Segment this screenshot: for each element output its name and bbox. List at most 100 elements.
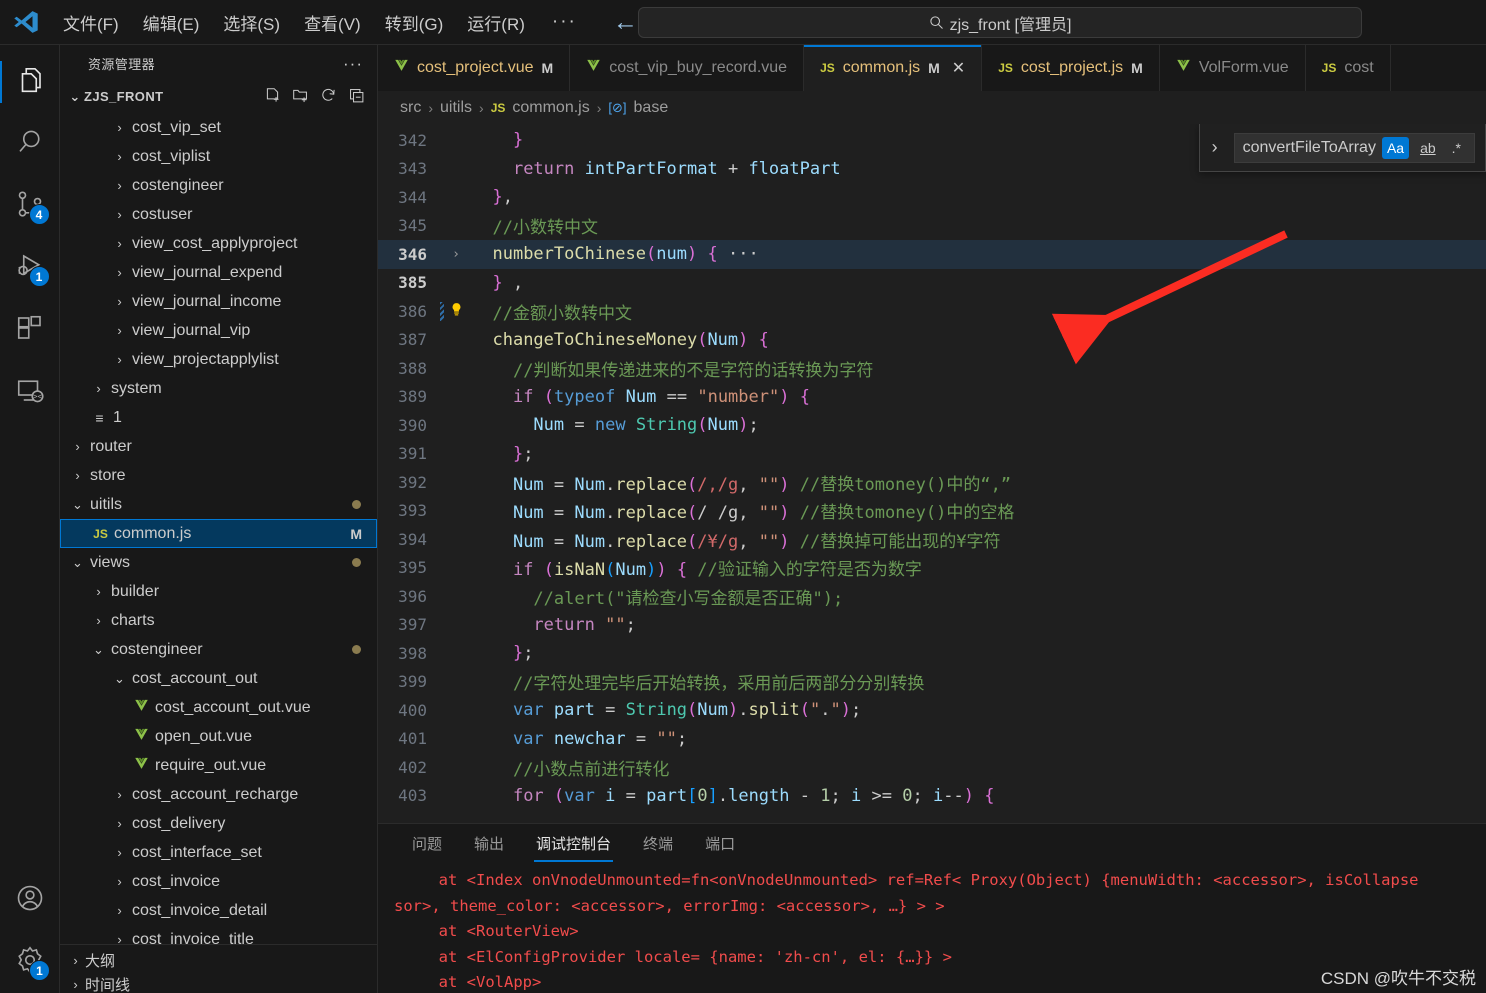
file-tree-item[interactable]: › charts [60,606,377,635]
editor-tab[interactable]: JS cost [1305,45,1391,91]
file-tree-item[interactable]: ≡ 1 [60,403,377,432]
code-line[interactable]: 385 } , [378,269,1486,298]
menu-view[interactable]: 查看(V) [293,6,372,39]
file-tree-item[interactable]: › cost_delivery [60,809,377,838]
editor-gutter[interactable]: › [440,247,472,262]
activity-item-run-and-debug[interactable]: 1 [0,237,60,299]
file-tree-item[interactable]: › view_journal_expend [60,258,377,287]
outline-section-header[interactable]: › 大纲 [60,945,377,975]
panel-tab[interactable]: 端口 [689,824,751,862]
breadcrumb-file[interactable]: common.js [512,99,589,117]
editor-tab[interactable]: cost_vip_buy_record.vue [570,45,805,91]
collapse-all-icon[interactable] [348,87,365,107]
code-editor[interactable]: 342 } 343 return intPartFormat + floatPar… [378,124,1486,823]
toggle-replace-icon[interactable]: › [1204,137,1226,158]
code-line[interactable]: 397 return ""; [378,611,1486,640]
code-line[interactable]: 346 › numberToChinese(num) { ··· [378,240,1486,269]
file-tree-item[interactable]: › view_journal_vip [60,316,377,345]
file-tree-item[interactable]: › view_cost_applyproject [60,229,377,258]
panel-tab[interactable]: 终端 [627,824,689,862]
code-line[interactable]: 399 //字符处理完毕后开始转换，采用前后两部分分别转换 [378,668,1486,697]
editor-tab[interactable]: cost_project.vue M [378,45,571,91]
editor-tab[interactable]: JS common.js M ✕ [804,45,983,91]
code-line[interactable]: 389 if (typeof Num == "number") { [378,383,1486,412]
activity-item-remote-explorer[interactable]: >< [0,361,60,423]
close-icon[interactable]: ✕ [952,58,965,78]
code-line[interactable]: 394 Num = Num.replace(/¥/g, "") //替换掉可能出… [378,525,1486,554]
file-tree-item[interactable]: › cost_interface_set [60,838,377,867]
file-tree-item-selected[interactable]: JS common.js M [60,519,377,548]
activity-item-search[interactable] [0,113,60,175]
file-tree-item[interactable]: ⌄ costengineer [60,635,377,664]
code-line[interactable]: 344 }, [378,183,1486,212]
code-line[interactable]: 402 //小数点前进行转化 [378,753,1486,782]
code-line[interactable]: 387 changeToChineseMoney(Num) { [378,326,1486,355]
file-tree[interactable]: › cost_vip_set › cost_viplist › costengineer ›… [60,111,377,944]
whole-word-button[interactable]: ab [1415,137,1441,159]
breadcrumb-src[interactable]: src [400,99,421,117]
file-tree-item[interactable]: ⌄ cost_account_out [60,664,377,693]
file-tree-item[interactable]: › cost_viplist [60,142,377,171]
file-tree-item[interactable]: › cost_account_recharge [60,780,377,809]
activity-item-explorer[interactable] [0,51,60,113]
code-line[interactable]: 395 if (isNaN(Num)) { //验证输入的字符是否为数字 [378,554,1486,583]
activity-item-settings[interactable]: 1 [0,931,60,993]
breadcrumb[interactable]: src › uitils › JS common.js › [⊘] base [378,91,1486,124]
code-line[interactable]: 403 for (var i = part[0].length - 1; i >… [378,782,1486,811]
code-lines[interactable]: 342 } 343 return intPartFormat + floatPar… [378,124,1486,823]
activity-item-source-control[interactable]: 4 [0,175,60,237]
quick-input-bar[interactable]: zjs_front [管理员] [638,7,1362,38]
code-line[interactable]: 391 }; [378,440,1486,469]
file-tree-item[interactable]: require_out.vue [60,751,377,780]
activity-item-extensions[interactable] [0,299,60,361]
code-line[interactable]: 386 //金额小数转中文 [378,297,1486,326]
menu-edit[interactable]: 编辑(E) [132,6,211,39]
panel-tab[interactable]: 调试控制台 [520,824,627,862]
menu-file[interactable]: 文件(F) [52,6,130,39]
menu-bar[interactable]: 文件(F) 编辑(E) 选择(S) 查看(V) 转到(G) 运行(R) ··· [52,6,591,39]
match-case-button[interactable]: Aa [1381,136,1410,159]
menu-run[interactable]: 运行(R) [456,6,536,39]
code-line[interactable]: 396 //alert("请检查小写金额是否正确"); [378,582,1486,611]
debug-console-output[interactable]: at <Index onVnodeUnmounted=fn<onVnodeUnm… [378,862,1486,993]
file-tree-item[interactable]: ⌄ views [60,548,377,577]
fold-chevron-icon[interactable]: › [452,247,460,262]
editor-gutter[interactable] [440,301,472,321]
file-tree-item[interactable]: › view_projectapplylist [60,345,377,374]
file-tree-item[interactable]: › system [60,374,377,403]
file-tree-item[interactable]: › builder [60,577,377,606]
navigate-back-icon[interactable]: ← [613,9,638,35]
find-widget[interactable]: › convertFileToArray Aa ab .* [1198,124,1486,172]
panel-tab[interactable]: 问题 [396,824,458,862]
editor-tab[interactable]: JS cost_project.js M [982,45,1160,91]
breadcrumb-symbol[interactable]: base [634,99,669,117]
file-tree-item[interactable]: › cost_invoice_detail [60,896,377,925]
code-line[interactable]: 398 }; [378,639,1486,668]
file-tree-item[interactable]: › cost_invoice_title [60,925,377,945]
refresh-icon[interactable] [320,87,337,107]
new-folder-icon[interactable] [292,87,309,107]
menu-more-icon[interactable]: ··· [538,11,591,33]
use-regex-button[interactable]: .* [1447,137,1466,159]
file-tree-item[interactable]: › costengineer [60,171,377,200]
editor-tab[interactable]: VolForm.vue [1159,45,1306,91]
code-line[interactable]: 388 //判断如果传递进来的不是字符的话转换为字符 [378,354,1486,383]
file-tree-item[interactable]: › view_journal_income [60,287,377,316]
panel-tab[interactable]: 输出 [458,824,520,862]
code-line[interactable]: 400 var part = String(Num).split("."); [378,696,1486,725]
file-tree-item[interactable]: › costuser [60,200,377,229]
file-tree-item[interactable]: cost_account_out.vue [60,693,377,722]
file-tree-item[interactable]: › store [60,461,377,490]
timeline-section-header[interactable]: › 时间线 [60,975,377,993]
breadcrumb-uitils[interactable]: uitils [440,99,472,117]
code-line[interactable]: 401 var newchar = ""; [378,725,1486,754]
workspace-section-header[interactable]: ⌄ ZJS_FRONT [60,82,377,111]
editor-tab-bar[interactable]: cost_project.vue Mcost_vip_buy_record.vue… [378,45,1486,91]
code-line[interactable]: 390 Num = new String(Num); [378,411,1486,440]
file-tree-item[interactable]: › cost_invoice [60,867,377,896]
file-tree-item[interactable]: ⌄ uitils [60,490,377,519]
menu-go[interactable]: 转到(G) [374,6,455,39]
panel-tab-bar[interactable]: 问题 输出 调试控制台 终端 端口 [378,824,1486,862]
file-tree-item[interactable]: › router [60,432,377,461]
menu-selection[interactable]: 选择(S) [212,6,291,39]
